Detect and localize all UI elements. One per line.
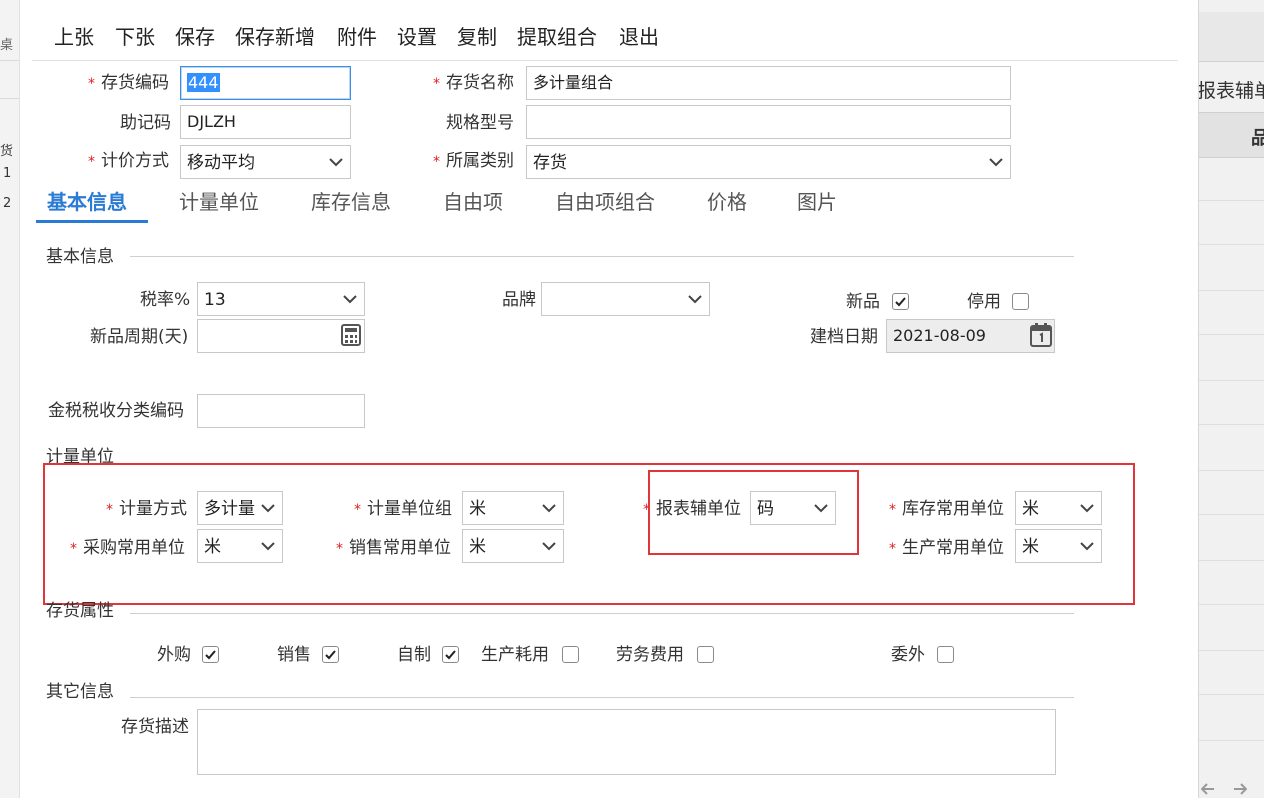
- settings-button[interactable]: 设置: [397, 24, 437, 50]
- extract-combination-button[interactable]: 提取组合: [517, 24, 597, 50]
- attr-self-made-label: 自制: [397, 645, 431, 665]
- section-attributes-title: 存货属性: [46, 601, 114, 621]
- description-label: 存货描述: [121, 717, 189, 737]
- attr-service-fee-label: 劳务费用: [616, 645, 684, 665]
- report-unit-highlight-box: [648, 470, 859, 555]
- section-divider: [130, 256, 1074, 257]
- arrow-right-icon[interactable]: [1233, 780, 1248, 798]
- bg-left-char: 2: [3, 196, 12, 211]
- bg-left-char: 货: [0, 144, 14, 159]
- bg-left-char: 1: [3, 166, 12, 181]
- tab-basic-info[interactable]: 基本信息: [47, 188, 127, 216]
- new-product-checkbox[interactable]: [892, 293, 909, 310]
- tab-free-item-combos[interactable]: 自由项组合: [555, 188, 655, 216]
- background-app-right: 报表辅单位存 品: [1198, 0, 1264, 798]
- section-divider: [130, 613, 1074, 614]
- tax-class-code-input[interactable]: [197, 394, 365, 428]
- attachment-button[interactable]: 附件: [337, 24, 377, 50]
- category-label: * 所属类别: [433, 151, 514, 171]
- calendar-icon[interactable]: [1030, 323, 1052, 351]
- arrow-left-icon[interactable]: [1200, 780, 1215, 798]
- save-new-button[interactable]: 保存新增: [235, 24, 315, 50]
- disabled-label: 停用: [967, 292, 1001, 312]
- prev-button[interactable]: 上张: [54, 24, 94, 50]
- pricing-method-label: * 计价方式: [88, 151, 169, 171]
- bg-right-title: 报表辅单位存: [1198, 80, 1264, 102]
- background-app-left: 桌 货 1 2: [0, 0, 20, 798]
- attr-sales-label: 销售: [277, 645, 311, 665]
- spec-input[interactable]: [526, 105, 1011, 139]
- pricing-method-select[interactable]: 移动平均: [180, 145, 351, 179]
- chevron-down-icon: [988, 146, 1004, 178]
- section-divider: [130, 697, 1074, 698]
- tab-stock-info[interactable]: 库存信息: [311, 188, 391, 216]
- next-button[interactable]: 下张: [115, 24, 155, 50]
- active-tab-indicator: [36, 220, 148, 223]
- units-highlight-box: [43, 463, 1135, 605]
- attr-purchase-checkbox[interactable]: [202, 646, 219, 663]
- toolbar-divider: [32, 60, 1178, 61]
- new-period-label: 新品周期(天): [90, 327, 189, 347]
- tax-rate-label: 税率%: [140, 290, 191, 310]
- tax-rate-select[interactable]: 13: [197, 282, 365, 316]
- brand-select[interactable]: [541, 282, 710, 316]
- mnemonic-input[interactable]: DJLZH: [180, 105, 351, 139]
- chevron-down-icon: [342, 283, 358, 315]
- mnemonic-label: 助记码: [120, 113, 171, 133]
- disabled-checkbox[interactable]: [1012, 293, 1029, 310]
- attr-production-consume-label: 生产耗用: [481, 645, 549, 665]
- exit-button[interactable]: 退出: [619, 24, 659, 50]
- attr-sales-checkbox[interactable]: [322, 646, 339, 663]
- calculator-icon[interactable]: [341, 324, 361, 350]
- attr-outsource-label: 委外: [891, 645, 925, 665]
- checkmark-icon: [445, 650, 456, 660]
- new-period-input[interactable]: [197, 319, 365, 353]
- inventory-name-input[interactable]: 多计量组合: [526, 66, 1011, 100]
- created-date-label: 建档日期: [810, 327, 878, 347]
- tab-images[interactable]: 图片: [797, 188, 837, 216]
- section-basic-info-title: 基本信息: [46, 247, 114, 267]
- chevron-down-icon: [687, 283, 703, 315]
- copy-button[interactable]: 复制: [457, 24, 497, 50]
- attr-production-consume-checkbox[interactable]: [562, 646, 579, 663]
- checkmark-icon: [205, 650, 216, 660]
- attr-purchase-label: 外购: [157, 645, 191, 665]
- attr-service-fee-checkbox[interactable]: [697, 646, 714, 663]
- tab-units[interactable]: 计量单位: [179, 188, 259, 216]
- attr-self-made-checkbox[interactable]: [442, 646, 459, 663]
- inventory-code-input[interactable]: 444: [180, 66, 351, 100]
- attr-outsource-checkbox[interactable]: [937, 646, 954, 663]
- save-button[interactable]: 保存: [175, 24, 215, 50]
- category-select[interactable]: 存货: [526, 145, 1011, 179]
- description-textarea[interactable]: [197, 709, 1056, 775]
- tax-class-code-label: 金税税收分类编码: [48, 401, 184, 421]
- brand-label: 品牌: [502, 290, 536, 310]
- bg-right-col: 品: [1251, 124, 1264, 150]
- chevron-down-icon: [328, 146, 344, 178]
- new-product-label: 新品: [846, 292, 880, 312]
- inventory-name-label: * 存货名称: [433, 73, 514, 93]
- tab-free-items[interactable]: 自由项: [443, 188, 503, 216]
- checkmark-icon: [325, 650, 336, 660]
- inventory-code-label: * 存货编码: [88, 73, 169, 93]
- tab-price[interactable]: 价格: [707, 188, 747, 216]
- bg-left-char: 桌: [0, 38, 14, 53]
- spec-label: 规格型号: [446, 113, 514, 133]
- section-other-title: 其它信息: [46, 682, 114, 702]
- checkmark-icon: [895, 297, 906, 307]
